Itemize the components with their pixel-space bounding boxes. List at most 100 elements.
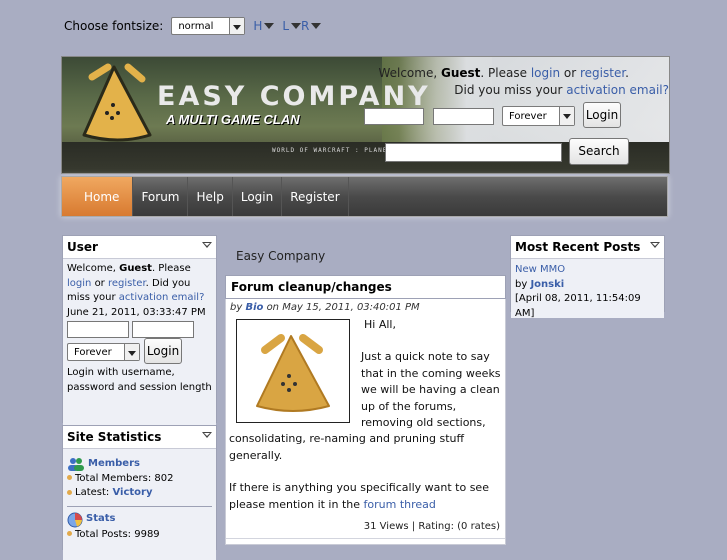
fontsize-option-h-label: H [253,19,263,33]
fontsize-option-l[interactable]: L [282,19,302,33]
user-welcome-prefix: Welcome, [67,263,116,274]
latest-prefix: Latest: [75,487,110,498]
header-register-link[interactable]: register [580,66,625,80]
user-login-hint: Login with username, password and sessio… [67,367,212,393]
user-datetime: June 21, 2011, 03:33:47 PM [67,306,206,318]
members-icon [68,458,84,472]
article-paragraph-2: If there is anything you specifically wa… [229,481,489,511]
fontsize-bar: Choose fontsize: normal H L R [64,17,322,35]
triangle-down-icon [264,23,275,29]
article-rating: Rating: (0 rates) [418,521,500,532]
recent-post-author-link[interactable]: Jonski [530,279,564,290]
welcome-prefix: Welcome, [378,66,438,80]
byline-by: by [230,302,243,313]
fontsize-label: Choose fontsize: [64,19,164,33]
fontsize-select-value: normal [178,21,214,32]
search-input[interactable] [385,143,562,162]
banner-strip-text: WORLD OF WARCRAFT : PLANE [272,147,388,154]
total-members: Total Members: 802 [75,472,174,484]
main-nav: Home Forum Help Login Register [61,176,668,217]
header-welcome: Welcome, Guest. Please login or register… [378,65,669,99]
stats-panel: Site Statistics Members Total Members: 8… [62,425,217,560]
recent-post-link[interactable]: New MMO [515,264,565,275]
article-date: on May 15, 2011, 03:40:01 PM [266,302,420,313]
article-text: Hi All, Just a quick note to say that in… [229,317,501,513]
site-title: Easy Company [236,249,326,263]
stats-panel-body: Members Total Members: 802 Latest: Victo… [63,449,216,560]
collapse-icon[interactable] [202,242,212,248]
fontsize-option-r[interactable]: R [301,19,322,33]
header-password-input[interactable] [433,108,494,125]
brand-tagline: A MULTI GAME CLAN [166,112,300,127]
recent-posts-panel: Most Recent Posts New MMO by Jonski [Apr… [510,235,665,319]
bullet-icon [67,475,72,480]
article-author-link[interactable]: Bio [245,302,263,313]
search-button[interactable]: Search [569,138,629,165]
user-period: . [145,277,149,289]
bullet-icon [67,531,72,536]
user-username-input[interactable] [67,321,129,338]
period-text: . [625,66,629,80]
triangle-down-icon [291,23,302,29]
nav-forum[interactable]: Forum [133,177,189,216]
header-login-button[interactable]: Login [583,102,621,128]
nav-home[interactable]: Home [62,177,134,216]
total-posts: Total Posts: 9989 [75,528,160,540]
fontsize-option-h[interactable]: H [253,19,275,33]
user-welcome-mid: . Please [151,263,191,274]
chevron-down-icon [229,18,245,34]
recent-posts-header: Most Recent Posts [511,236,664,259]
user-session-value: Forever [74,347,112,358]
or-text: or [563,66,577,80]
triangle-down-icon [311,23,322,29]
user-activation-link[interactable]: activation email? [119,292,205,303]
article-byline: by Bio on May 15, 2011, 03:40:01 PM [230,302,420,313]
stats-panel-header: Site Statistics [63,426,216,449]
chevron-down-icon[interactable] [124,344,139,360]
fontsize-select[interactable]: normal [171,17,246,35]
guest-name: Guest [440,66,481,80]
user-login-link[interactable]: login [67,278,91,289]
stats-link[interactable]: Stats [86,512,115,527]
fontsize-option-r-label: R [301,19,310,33]
user-panel-title: User [67,240,98,254]
user-register-link[interactable]: register [108,278,146,289]
article-title[interactable]: Forum cleanup/changes [225,275,506,299]
header-banner: EASY COMPANY A MULTI GAME CLAN WORLD OF … [61,56,670,174]
article-divider [226,538,505,539]
user-session-select[interactable]: Forever [67,343,140,361]
user-panel: User Welcome, Guest. Please login or reg… [62,235,217,428]
welcome-mid: . Please [480,66,527,80]
latest-member-link[interactable]: Victory [112,487,152,498]
article-views: 31 Views [363,521,409,532]
user-password-input[interactable] [132,321,194,338]
chevron-down-icon [559,107,574,125]
members-link[interactable]: Members [88,457,140,472]
header-login-link[interactable]: login [531,66,560,80]
user-login-button[interactable]: Login [144,338,182,364]
header-session-select[interactable]: Forever [502,106,575,126]
collapse-icon[interactable] [202,432,212,438]
article-meta: 31 Views | Rating: (0 rates) [363,521,500,532]
fontsize-option-l-label: L [282,19,290,33]
bullet-icon [67,489,72,495]
nav-login[interactable]: Login [233,177,283,216]
recent-post-by: by [515,278,528,290]
recent-posts-body: New MMO by Jonski [April 08, 2011, 11:54… [511,259,664,319]
stats-panel-title: Site Statistics [67,430,162,444]
article-greeting: Hi All, [364,318,396,331]
header-activation-link[interactable]: activation email? [566,83,669,97]
user-or-text: or [94,277,105,289]
clan-logo-icon [82,63,152,142]
nav-help[interactable]: Help [188,177,233,216]
forum-thread-link[interactable]: forum thread [364,498,436,511]
user-guest-name: Guest [119,263,152,274]
recent-posts-title: Most Recent Posts [515,240,641,254]
header-username-input[interactable] [364,108,424,125]
user-panel-header: User [63,236,216,259]
user-panel-body: Welcome, Guest. Please login or register… [63,259,216,428]
collapse-icon[interactable] [650,242,660,248]
stats-icon [67,512,83,527]
nav-register[interactable]: Register [282,177,349,216]
missed-prefix: Did you miss your [454,83,563,97]
